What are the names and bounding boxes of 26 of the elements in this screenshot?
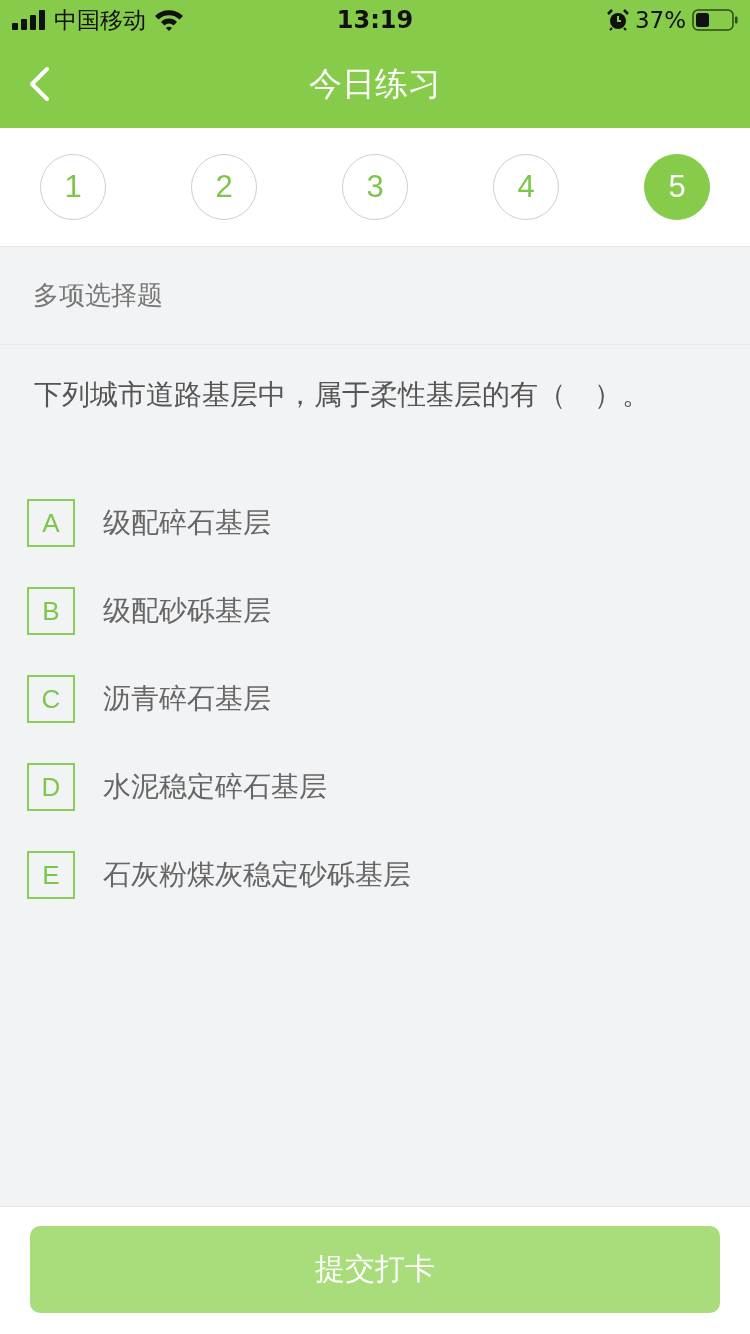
back-chevron-icon [28, 66, 50, 102]
question-number-button[interactable]: 5 [644, 154, 710, 220]
option-text[interactable]: 石灰粉煤灰稳定砂砾基层 [103, 856, 411, 894]
option-letter-checkbox[interactable]: A [27, 499, 75, 547]
question-number-button[interactable]: 1 [40, 154, 106, 220]
option-letter-checkbox[interactable]: E [27, 851, 75, 899]
page-title: 今日练习 [309, 62, 441, 105]
carrier-name: 中国移动 [54, 5, 146, 35]
option-text[interactable]: 水泥稳定碎石基层 [103, 768, 327, 806]
option-letter-checkbox[interactable]: D [27, 763, 75, 811]
question-number-button[interactable]: 3 [342, 154, 408, 220]
signal-icon [12, 10, 46, 30]
option-text[interactable]: 级配砂砾基层 [103, 592, 271, 630]
status-time: 13:19 [336, 6, 414, 34]
question-text: 下列城市道路基层中，属于柔性基层的有（ ）。 [33, 377, 651, 413]
option-text[interactable]: 级配碎石基层 [103, 504, 271, 542]
wifi-icon [154, 9, 184, 31]
question-number-button[interactable]: 4 [493, 154, 559, 220]
alarm-clock-icon [606, 9, 629, 31]
option-letter-checkbox[interactable]: B [27, 587, 75, 635]
option-letter-checkbox[interactable]: C [27, 675, 75, 723]
question-number-button[interactable]: 2 [191, 154, 257, 220]
battery-icon [692, 9, 738, 31]
option-text[interactable]: 沥青碎石基层 [103, 680, 271, 718]
battery-percentage: 37% [634, 7, 686, 33]
question-type: 多项选择题 [33, 279, 163, 312]
